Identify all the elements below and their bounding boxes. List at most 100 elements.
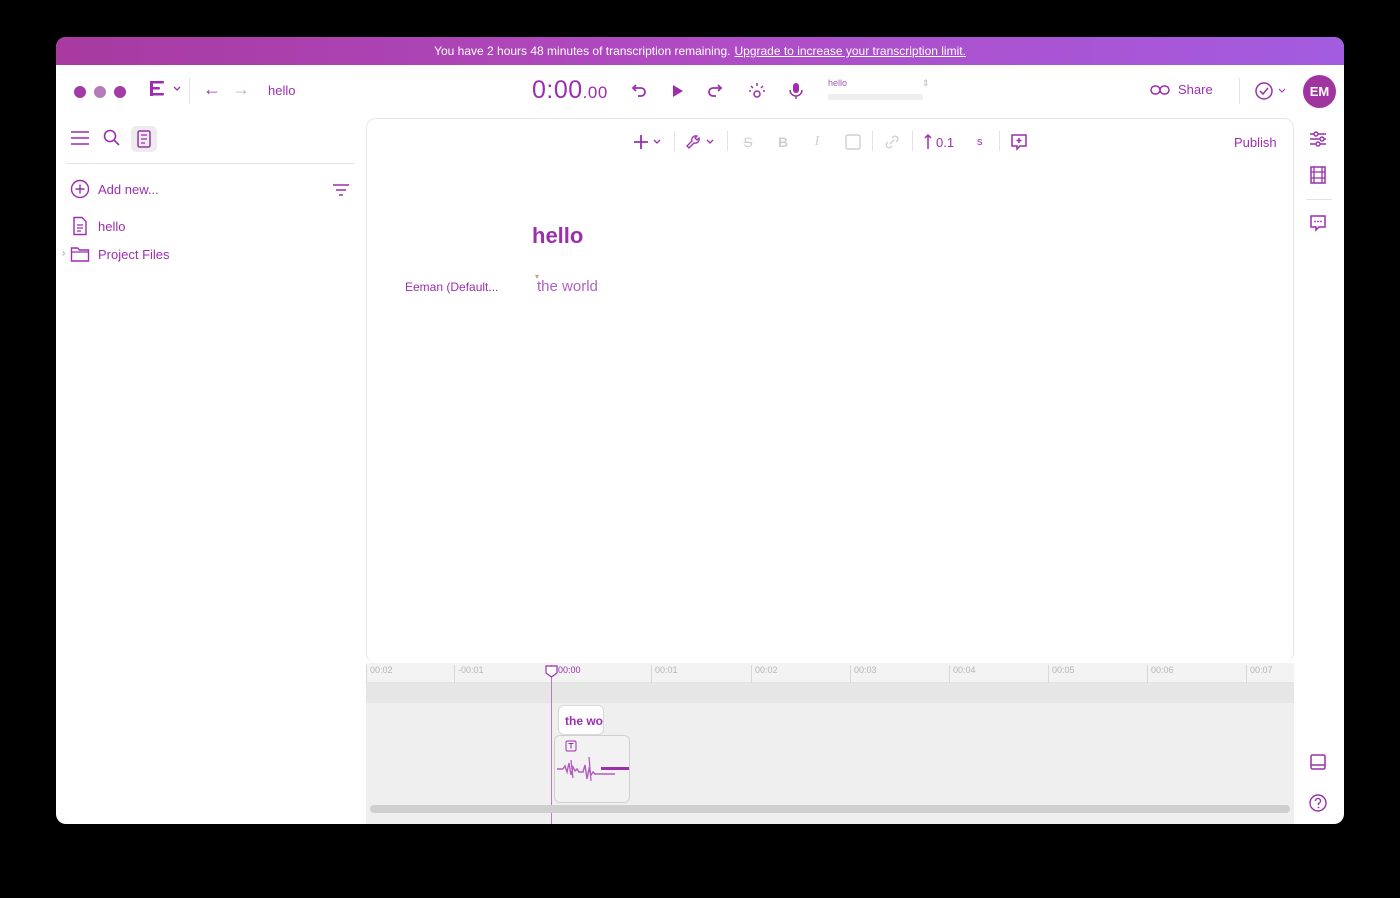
link-icon (1150, 84, 1170, 95)
check-circle-icon (1255, 82, 1273, 100)
filter-button[interactable] (332, 183, 350, 202)
timeline-toggle-button[interactable] (1308, 752, 1328, 772)
app-menu-icon (150, 81, 181, 96)
microphone-icon (789, 83, 803, 99)
bold-icon[interactable]: B (773, 133, 793, 151)
skip-forward-icon (708, 84, 723, 97)
toolbar-divider (999, 131, 1000, 151)
highlight-button[interactable] (843, 133, 863, 151)
search-button[interactable] (103, 129, 121, 152)
sidebar-item-label: hello (98, 218, 126, 234)
zoom-window-button[interactable] (114, 86, 126, 98)
close-window-button[interactable] (74, 86, 86, 98)
sliders-icon (1310, 131, 1326, 147)
playhead-handle[interactable] (545, 665, 558, 683)
chevron-down-icon (1278, 88, 1286, 93)
sidebar-divider (66, 163, 355, 164)
mini-doc-progress (828, 94, 923, 100)
chevron-updown-icon: ⇕ (922, 78, 930, 88)
sidebar-item-project-files[interactable]: Project Files (70, 245, 170, 263)
sidebar-item-label: Project Files (98, 246, 170, 262)
chevron-right-icon[interactable]: › (62, 248, 65, 259)
hamburger-icon (71, 131, 89, 145)
timecode-main: 0:00 (532, 76, 583, 104)
audio-clip[interactable] (554, 735, 630, 803)
plus-icon (634, 135, 661, 149)
ruler-tick: 00:05 (1048, 665, 1075, 683)
menu-button[interactable] (70, 130, 90, 151)
ruler-tick: 00:02 (751, 665, 778, 683)
document-title: hello (268, 83, 296, 98)
plus-circle-icon (70, 179, 90, 199)
editor-panel: S B I 0.1 s Publish hello Eeman (Default… (366, 118, 1294, 663)
film-strip-icon (1310, 166, 1326, 184)
gap-value: 0.1 (936, 134, 955, 150)
italic-icon[interactable]: I (807, 133, 827, 151)
app-menu-button[interactable] (149, 79, 181, 104)
link-button[interactable] (882, 133, 902, 151)
text-clip[interactable]: the world (558, 705, 604, 735)
help-button[interactable] (1308, 793, 1328, 813)
scenes-button[interactable] (1308, 165, 1328, 185)
comment-plus-icon (1011, 134, 1027, 151)
share-button[interactable]: Share (1150, 82, 1213, 97)
add-new-label: Add new... (98, 181, 159, 197)
skip-forward-button[interactable] (706, 81, 726, 101)
tools-button[interactable] (685, 133, 717, 151)
ruler-tick: 00:00 (558, 665, 581, 675)
record-button[interactable] (786, 81, 806, 101)
share-label: Share (1178, 82, 1213, 97)
app-window: You have 2 hours 48 minutes of transcrip… (56, 37, 1344, 824)
publish-button[interactable]: Publish (1234, 133, 1277, 151)
transcription-banner: You have 2 hours 48 minutes of transcrip… (56, 37, 1344, 65)
add-comment-button[interactable] (1009, 133, 1029, 151)
project-view-button[interactable] (131, 126, 157, 152)
ruler-tick: 00:06 (1147, 665, 1174, 683)
gap-unit: s (977, 136, 983, 148)
gap-duration-control[interactable]: 0.1 (923, 133, 954, 151)
sidebar: Add new... hello › Project Files (56, 117, 365, 824)
strikethrough-icon[interactable]: S (738, 133, 758, 151)
properties-button[interactable] (1308, 129, 1328, 149)
user-avatar[interactable]: EM (1303, 75, 1336, 108)
timeline-panel[interactable]: 00:02 -00:01 00:00 00:01 00:02 00:03 00:… (366, 663, 1294, 824)
forward-arrow-icon[interactable]: → (232, 79, 250, 100)
play-button[interactable] (667, 81, 687, 101)
banner-text: You have 2 hours 48 minutes of transcrip… (434, 44, 731, 58)
upgrade-link[interactable]: Upgrade to increase your transcription l… (734, 44, 965, 58)
timecode-fraction: .00 (582, 83, 608, 102)
wrench-icon (686, 135, 714, 149)
insert-button[interactable] (633, 133, 663, 151)
ruler-tick: 00:07 (1246, 665, 1273, 683)
status-menu-button[interactable] (1254, 81, 1286, 101)
comments-button[interactable] (1308, 213, 1328, 233)
speaker-label[interactable]: Eeman (Default... (405, 280, 498, 294)
text-clip-icon (565, 740, 577, 752)
highlight-icon (845, 134, 861, 150)
search-icon (103, 129, 120, 146)
ruler-tick: 00:03 (850, 665, 877, 683)
ruler-tick: 00:01 (651, 665, 678, 683)
timeline-ruler[interactable]: 00:02 -00:01 00:00 00:01 00:02 00:03 00:… (366, 663, 1294, 683)
skip-back-icon (631, 84, 646, 97)
titlebar: ← → hello 0:00.00 hello ⇕ Share EM (56, 65, 1344, 117)
back-arrow-icon[interactable]: ← (203, 79, 221, 100)
timeline-scrollbar[interactable] (370, 805, 1290, 813)
filter-icon (333, 184, 349, 196)
skip-back-button[interactable] (628, 81, 648, 101)
document-heading[interactable]: hello (532, 223, 583, 249)
playhead[interactable] (551, 665, 552, 824)
mini-doc-selector[interactable]: hello ⇕ (828, 78, 930, 104)
link-icon (885, 135, 899, 149)
timecode: 0:00.00 (532, 76, 608, 105)
add-new-button[interactable]: Add new... (70, 179, 159, 199)
gap-icon (924, 134, 932, 149)
play-icon (673, 85, 683, 97)
waveform-icon (557, 756, 629, 782)
sidebar-item-hello[interactable]: hello (70, 216, 125, 236)
transcript-paragraph[interactable]: the world (537, 278, 598, 295)
toolbar-divider (872, 131, 873, 151)
minimize-window-button[interactable] (94, 86, 106, 98)
divider (1239, 78, 1240, 104)
effects-button[interactable] (747, 81, 767, 101)
